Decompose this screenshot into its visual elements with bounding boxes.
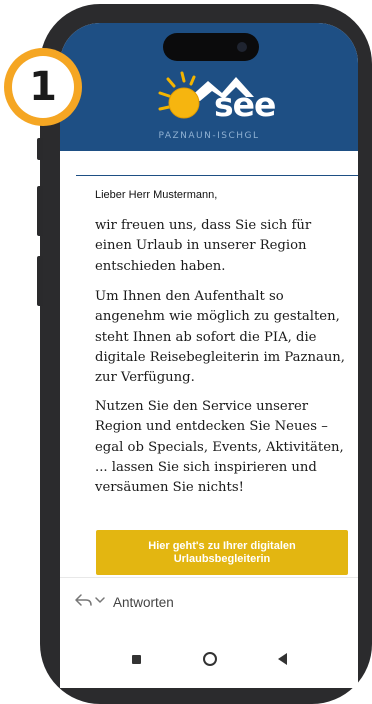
brand-subtitle: PAZNAUN-ISCHGL xyxy=(158,131,260,141)
step-number: 1 xyxy=(12,56,74,118)
back-icon[interactable] xyxy=(278,653,287,665)
email-greeting: Lieber Herr Mustermann, xyxy=(95,189,218,201)
brand-logo-text: see xyxy=(214,85,276,124)
email-header-banner: see PAZNAUN-ISCHGL xyxy=(60,23,358,151)
reply-bar[interactable]: Antworten xyxy=(60,577,358,624)
side-button xyxy=(37,138,43,160)
volume-down-button xyxy=(37,256,43,306)
chevron-down-icon xyxy=(95,597,105,603)
dynamic-island xyxy=(163,33,259,61)
email-paragraph-1: wir freuen uns, dass Sie sich für einen … xyxy=(95,218,312,274)
recent-apps-icon[interactable] xyxy=(132,655,141,664)
volume-up-button xyxy=(37,186,43,236)
camera-icon xyxy=(237,42,247,52)
home-icon[interactable] xyxy=(203,652,217,666)
reply-label[interactable]: Antworten xyxy=(113,595,174,610)
email-paragraph-2: Um Ihnen den Aufenthalt so angenehm wie … xyxy=(95,289,345,386)
step-badge: 1 xyxy=(4,48,82,126)
email-paragraph-3: Nutzen Sie den Service unserer Region un… xyxy=(95,399,344,496)
android-navigation-bar xyxy=(60,626,358,688)
digital-companion-button[interactable]: Hier geht's zu Ihrer digitalen Urlaubsbe… xyxy=(96,530,348,575)
reply-icon[interactable] xyxy=(74,592,108,608)
phone-screen: see PAZNAUN-ISCHGL Lieber Herr Musterman… xyxy=(60,23,358,688)
divider xyxy=(76,175,358,176)
